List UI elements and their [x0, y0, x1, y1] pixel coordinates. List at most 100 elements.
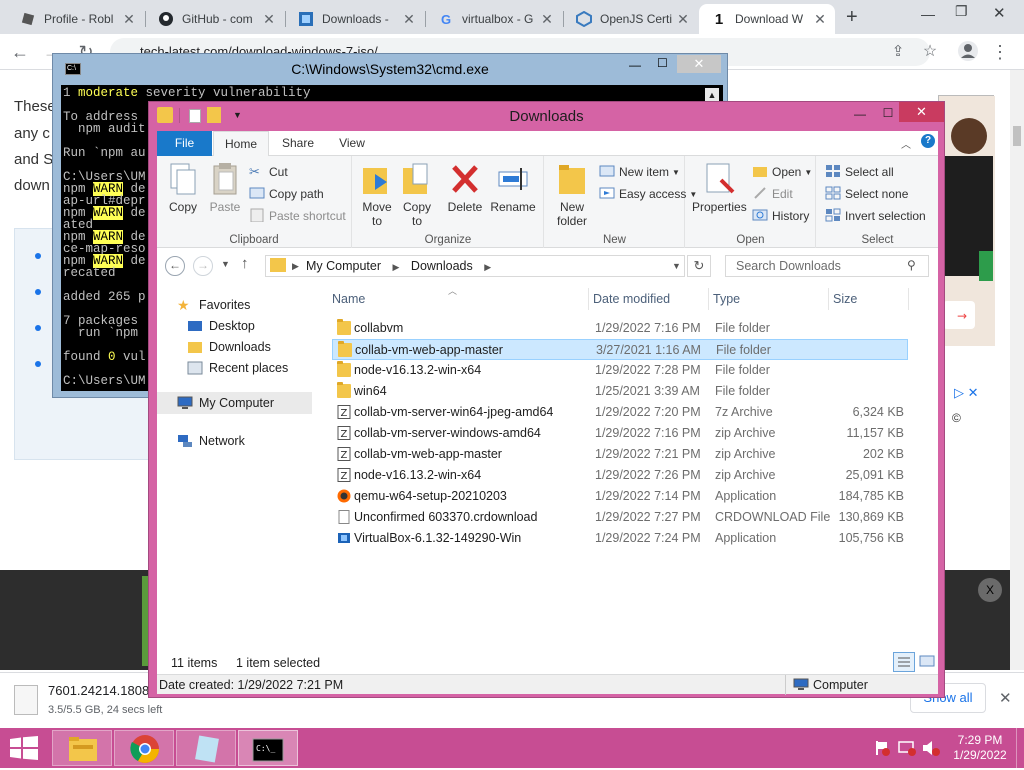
move-to-button[interactable]: Move to [359, 162, 395, 228]
nav-network[interactable]: Network [177, 434, 245, 448]
tab-downloads[interactable]: Downloads - ✕ [286, 4, 424, 34]
minimize-icon[interactable]: — [847, 104, 873, 124]
nav-my-computer[interactable]: My Computer [157, 392, 312, 414]
details-view-icon[interactable] [893, 652, 915, 672]
explorer-window[interactable]: ▼ Downloads — ☐ ✕ File Home Share View ︿… [148, 101, 945, 698]
restore-icon[interactable]: ❐ [955, 3, 968, 20]
new-folder-button[interactable]: New folder [551, 162, 593, 228]
paste-button[interactable]: Paste [207, 162, 243, 214]
menu-kebab-icon[interactable]: ⋮ [988, 40, 1012, 64]
share-icon[interactable]: ⇪ [886, 40, 910, 64]
new-item-button[interactable]: New item ▼ [599, 164, 680, 180]
address-dropdown-icon[interactable]: ▼ [672, 256, 681, 276]
network-status-icon[interactable] [898, 740, 916, 759]
nav-desktop[interactable]: Desktop [187, 319, 255, 333]
column-header-type[interactable]: Type [713, 292, 740, 306]
taskbar-chrome[interactable] [114, 730, 174, 766]
file-row[interactable]: Zcollab-vm-server-windows-amd64 1/29/2022… [332, 423, 908, 444]
invert-selection-button[interactable]: Invert selection [825, 208, 926, 224]
tab-view[interactable]: View [327, 131, 377, 156]
refresh-icon[interactable]: ↻ [687, 255, 711, 277]
file-row[interactable]: Unconfirmed 603370.crdownload 1/29/2022 7… [332, 507, 908, 528]
maximize-icon[interactable]: ☐ [657, 56, 668, 70]
select-none-button[interactable]: Select none [825, 186, 908, 202]
address-breadcrumb[interactable]: ▶ My Computer ▶ Downloads ▶ ▼ [265, 255, 685, 277]
column-header-date[interactable]: Date modified [593, 292, 670, 306]
maximize-icon[interactable]: ☐ [875, 103, 901, 123]
close-icon[interactable]: ✕ [899, 102, 944, 122]
copy-path-button[interactable]: Copy path [249, 186, 324, 202]
cmd-titlebar[interactable]: C:\ C:\Windows\System32\cmd.exe — ☐ ✕ [53, 54, 727, 84]
file-row[interactable]: Zcollab-vm-web-app-master 1/29/2022 7:21 … [332, 444, 908, 465]
column-header-name[interactable]: Name [332, 292, 365, 306]
tab-share[interactable]: Share [273, 131, 323, 156]
close-icon[interactable]: ✕ [400, 11, 418, 28]
tab-home[interactable]: Home [213, 131, 269, 156]
cut-button[interactable]: ✂ Cut [249, 164, 288, 180]
scroll-up-icon[interactable]: ▲ [705, 88, 719, 102]
file-row[interactable]: VirtualBox-6.1.32-149290-Win 1/29/2022 7:… [332, 528, 908, 549]
close-icon[interactable]: ✕ [677, 55, 721, 73]
file-row[interactable]: collab-vm-web-app-master 3/27/2021 1:16 A… [332, 339, 908, 360]
tab-download-windows[interactable]: 1 Download W ✕ [699, 4, 835, 34]
taskbar-notepad[interactable] [176, 730, 236, 766]
search-input[interactable]: Search Downloads [725, 255, 929, 277]
start-windows-icon[interactable] [10, 736, 38, 763]
forward-icon[interactable]: → [193, 256, 213, 276]
minimize-icon[interactable]: — [629, 58, 641, 72]
page-scrollbar[interactable] [1010, 70, 1024, 670]
tab-google[interactable]: G virtualbox - G ✕ [426, 4, 562, 34]
profile-avatar-icon[interactable] [956, 40, 980, 64]
file-row[interactable]: win64 1/25/2021 3:39 AM File folder [332, 381, 908, 402]
tab-github[interactable]: GitHub - com ✕ [146, 4, 284, 34]
file-row[interactable]: qemu-w64-setup-20210203 1/29/2022 7:14 PM… [332, 486, 908, 507]
history-button[interactable]: History [752, 208, 809, 224]
help-icon[interactable]: ? [921, 134, 935, 148]
nav-favorites[interactable]: ★ Favorites [177, 298, 250, 312]
back-icon[interactable]: ← [8, 40, 32, 64]
search-icon[interactable]: ⚲ [907, 258, 916, 272]
bookmark-star-icon[interactable]: ☆ [918, 40, 942, 64]
advertisement-banner[interactable]: → [938, 95, 995, 346]
easy-access-button[interactable]: Easy access ▼ [599, 186, 697, 202]
show-desktop-button[interactable] [1016, 728, 1024, 768]
open-button[interactable]: Open ▼ [752, 164, 812, 180]
ad-close-icon[interactable]: X [978, 578, 1002, 602]
close-icon[interactable]: ✕ [120, 11, 138, 28]
select-all-button[interactable]: Select all [825, 164, 894, 180]
rename-button[interactable]: Rename [489, 162, 537, 214]
tab-profile[interactable]: Profile - Robl ✕ [8, 4, 144, 34]
copy-to-button[interactable]: Copy to [399, 162, 435, 228]
ad-choices-icon[interactable]: ▷ ✕ [954, 385, 979, 401]
breadcrumb-downloads[interactable]: Downloads [411, 259, 473, 273]
clock[interactable]: 7:29 PM 1/29/2022 [950, 733, 1010, 763]
minimize-icon[interactable]: — [921, 6, 935, 22]
file-row[interactable]: node-v16.13.2-win-x64 1/29/2022 7:28 PM Fi… [332, 360, 908, 381]
advertisement-banner-2[interactable]: ▷ ✕ © [938, 383, 994, 568]
new-tab-button[interactable]: + [846, 6, 858, 29]
delete-button[interactable]: Delete [445, 162, 485, 214]
close-icon[interactable]: ✕ [538, 11, 556, 28]
download-name[interactable]: 7601.24214.18080 [48, 683, 156, 698]
breadcrumb-my-computer[interactable]: My Computer [306, 259, 381, 273]
column-header-size[interactable]: Size [833, 292, 857, 306]
properties-button[interactable]: Properties [692, 162, 747, 214]
taskbar-cmd[interactable]: C:\_ [238, 730, 298, 766]
action-center-flag-icon[interactable] [874, 740, 890, 759]
copy-button[interactable]: Copy [165, 162, 201, 214]
large-icons-view-icon[interactable] [917, 652, 937, 672]
close-icon[interactable]: ✕ [260, 11, 278, 28]
close-icon[interactable]: ✕ [811, 11, 829, 28]
collapse-ribbon-icon[interactable]: ︿ [901, 136, 911, 151]
paste-shortcut-button[interactable]: Paste shortcut [249, 208, 346, 224]
recent-locations-icon[interactable]: ▼ [221, 259, 230, 269]
close-shelf-icon[interactable]: ✕ [999, 689, 1012, 707]
nav-downloads[interactable]: Downloads [187, 340, 271, 354]
back-icon[interactable]: ← [165, 256, 185, 276]
taskbar-explorer[interactable] [52, 730, 112, 766]
edit-button[interactable]: Edit [752, 186, 793, 202]
explorer-titlebar[interactable]: ▼ Downloads — ☐ ✕ [149, 102, 944, 131]
tab-openjs[interactable]: OpenJS Certi ✕ [564, 4, 698, 34]
file-row[interactable]: Zcollab-vm-server-win64-jpeg-amd64 1/29/2… [332, 402, 908, 423]
volume-muted-icon[interactable] [922, 740, 940, 759]
